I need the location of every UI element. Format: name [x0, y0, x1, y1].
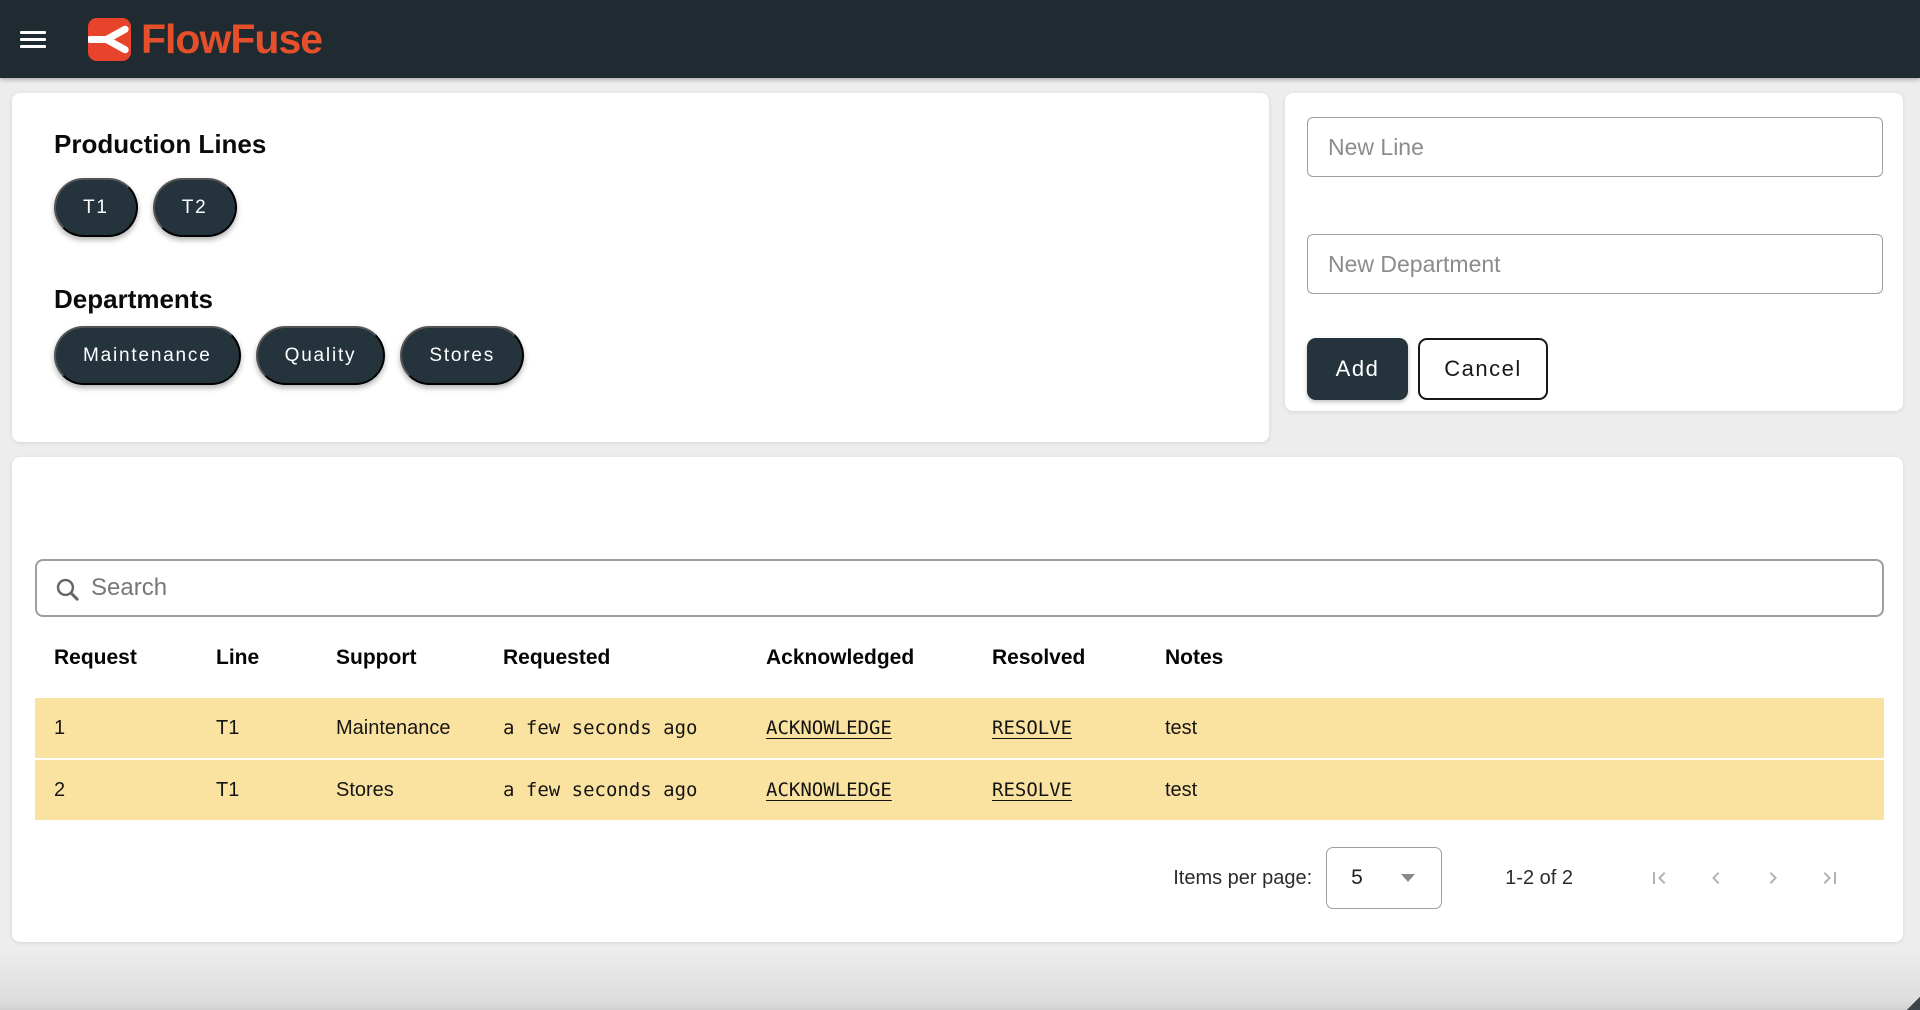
chevron-down-icon: [1401, 874, 1415, 882]
next-page-button[interactable]: [1761, 866, 1785, 890]
col-header-request[interactable]: Request: [54, 646, 216, 670]
resolve-link[interactable]: RESOLVE: [992, 779, 1072, 801]
col-header-acknowledged[interactable]: Acknowledged: [766, 646, 992, 670]
cell-line: T1: [216, 717, 336, 740]
items-per-page-label: Items per page:: [1173, 867, 1312, 890]
cell-notes: test: [1165, 717, 1884, 740]
table-row[interactable]: 1 T1 Maintenance a few seconds ago ACKNO…: [35, 698, 1884, 758]
filters-card: Production Lines T1 T2 Departments Maint…: [12, 93, 1269, 442]
search-box: [35, 559, 1884, 617]
requests-table: Request Line Support Requested Acknowled…: [35, 617, 1884, 822]
col-header-support[interactable]: Support: [336, 646, 503, 670]
first-page-icon: [1647, 866, 1671, 890]
add-button[interactable]: Add: [1307, 338, 1408, 400]
department-chips: Maintenance Quality Stores: [54, 326, 1269, 385]
chip-line-t2[interactable]: T2: [153, 178, 237, 237]
cell-support: Maintenance: [336, 717, 503, 740]
acknowledge-link[interactable]: ACKNOWLEDGE: [766, 717, 892, 739]
cancel-button[interactable]: Cancel: [1418, 338, 1548, 400]
chevron-left-icon: [1704, 866, 1728, 890]
flowfuse-logo-icon: [88, 18, 131, 61]
cell-requested: a few seconds ago: [503, 717, 766, 739]
previous-page-button[interactable]: [1704, 866, 1728, 890]
pagination-controls: [1614, 866, 1842, 890]
table-row[interactable]: 2 T1 Stores a few seconds ago ACKNOWLEDG…: [35, 760, 1884, 820]
chevron-right-icon: [1761, 866, 1785, 890]
row-divider: [35, 820, 1884, 822]
cell-line: T1: [216, 779, 336, 802]
col-header-line[interactable]: Line: [216, 646, 336, 670]
resolve-link[interactable]: RESOLVE: [992, 717, 1072, 739]
table-footer: Items per page: 5 1-2 of 2: [35, 846, 1884, 910]
cell-request: 2: [54, 779, 216, 802]
brand-title: FlowFuse: [141, 19, 322, 60]
dashboard-page: { "navbar": { "brand": "FlowFuse" }, "fi…: [0, 0, 1920, 1010]
chip-line-t1[interactable]: T1: [54, 178, 138, 237]
flowfuse-logo: FlowFuse: [88, 18, 322, 61]
cell-request: 1: [54, 717, 216, 740]
window-bottom-shade: [0, 950, 1920, 1010]
first-page-button[interactable]: [1647, 866, 1671, 890]
hamburger-menu-icon[interactable]: [20, 31, 46, 48]
window-resize-corner: [1906, 994, 1920, 1010]
new-line-input[interactable]: [1307, 117, 1883, 177]
last-page-button[interactable]: [1818, 866, 1842, 890]
page-range-label: 1-2 of 2: [1505, 867, 1573, 890]
form-buttons: Add Cancel: [1307, 338, 1903, 400]
departments-title: Departments: [54, 284, 1269, 314]
requests-table-card: Request Line Support Requested Acknowled…: [12, 457, 1903, 942]
search-input[interactable]: [91, 561, 1871, 615]
col-header-requested[interactable]: Requested: [503, 646, 766, 670]
col-header-resolved[interactable]: Resolved: [992, 646, 1165, 670]
cell-support: Stores: [336, 779, 503, 802]
cell-notes: test: [1165, 779, 1884, 802]
table-header-row: Request Line Support Requested Acknowled…: [35, 617, 1884, 698]
last-page-icon: [1818, 866, 1842, 890]
cell-requested: a few seconds ago: [503, 779, 766, 801]
acknowledge-link[interactable]: ACKNOWLEDGE: [766, 779, 892, 801]
chip-dept-quality[interactable]: Quality: [256, 326, 386, 385]
search-icon: [54, 576, 81, 603]
col-header-notes[interactable]: Notes: [1165, 646, 1884, 670]
items-per-page-value: 5: [1351, 866, 1363, 890]
table-body: 1 T1 Maintenance a few seconds ago ACKNO…: [35, 698, 1884, 822]
chip-dept-stores[interactable]: Stores: [400, 326, 524, 385]
add-entry-card: Add Cancel: [1285, 93, 1903, 411]
new-department-input[interactable]: [1307, 234, 1883, 294]
top-navbar: FlowFuse: [0, 0, 1920, 78]
production-lines-title: Production Lines: [54, 129, 1269, 159]
production-line-chips: T1 T2: [54, 178, 1269, 237]
items-per-page-select[interactable]: 5: [1326, 847, 1442, 909]
chip-dept-maintenance[interactable]: Maintenance: [54, 326, 241, 385]
